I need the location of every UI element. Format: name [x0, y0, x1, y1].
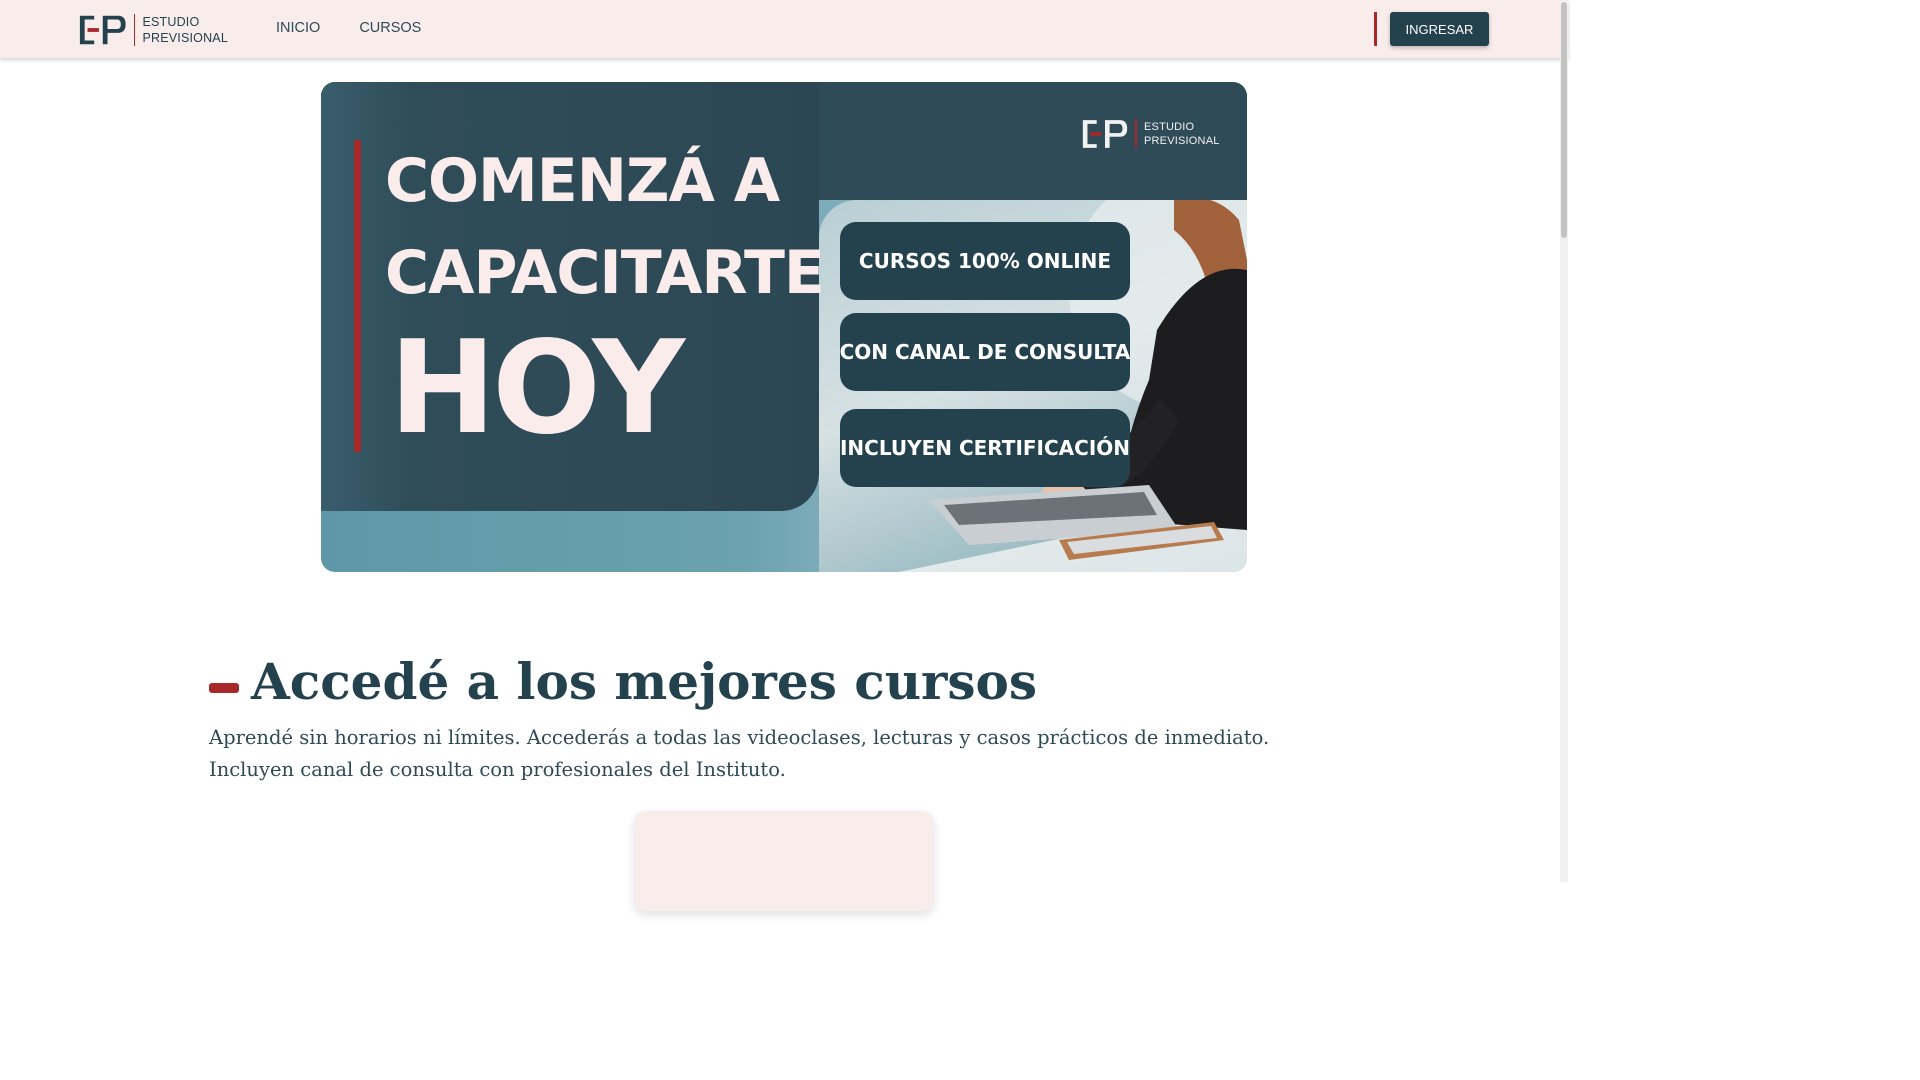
hero-accent-bar	[354, 140, 361, 452]
login-button[interactable]: INGRESAR	[1390, 12, 1489, 46]
hero-heading-line-1: COMENZÁ A	[385, 146, 780, 216]
scrollbar-thumb[interactable]	[1561, 2, 1567, 238]
ep-logo-icon	[1082, 120, 1128, 148]
ep-logo-icon	[79, 15, 126, 45]
logo-line-1: ESTUDIO	[142, 15, 200, 29]
nav-inicio[interactable]: INICIO	[276, 20, 320, 36]
banner-logo-line-1: ESTUDIO	[1144, 121, 1195, 133]
site-logo[interactable]: ESTUDIO PREVISIONAL	[78, 12, 228, 48]
section-title-dash	[209, 683, 239, 693]
feature-pill-consulta: CON CANAL DE CONSULTA	[840, 313, 1130, 391]
banner-logo-line-2: PREVISIONAL	[1144, 135, 1220, 147]
course-card[interactable]	[634, 811, 934, 911]
top-navbar: ESTUDIO PREVISIONAL INICIO CURSOS INGRES…	[0, 0, 1568, 58]
banner-logo-divider	[1135, 119, 1137, 149]
banner-logo-text: ESTUDIO PREVISIONAL	[1144, 120, 1220, 148]
page-scrollbar[interactable]	[1560, 0, 1568, 882]
section-title: Accedé a los mejores cursos	[251, 652, 1038, 711]
hero-banner[interactable]: COMENZÁ A CAPACITARTE HOY ESTUDIO PREVIS…	[321, 82, 1247, 572]
feature-pill-certificacion: INCLUYEN CERTIFICACIÓN	[840, 409, 1130, 487]
header-accent-bar	[1374, 12, 1377, 46]
section-description: Aprendé sin horarios ni límites. Acceder…	[209, 722, 1329, 786]
hero-heading-line-3: HOY	[389, 314, 685, 463]
section-description-line-1: Aprendé sin horarios ni límites. Acceder…	[209, 726, 1270, 749]
main-nav: INICIO CURSOS	[276, 20, 421, 36]
feature-pill-online: CURSOS 100% ONLINE	[840, 222, 1130, 300]
banner-logo: ESTUDIO PREVISIONAL	[1081, 118, 1220, 150]
nav-cursos[interactable]: CURSOS	[359, 20, 421, 36]
logo-line-2: PREVISIONAL	[142, 31, 228, 45]
hero-heading-line-2: CAPACITARTE	[385, 238, 825, 308]
logo-text: ESTUDIO PREVISIONAL	[142, 14, 228, 46]
hero-text-panel: COMENZÁ A CAPACITARTE HOY	[321, 82, 825, 511]
section-description-line-2: Incluyen canal de consulta con profesion…	[209, 758, 786, 781]
logo-divider	[133, 14, 136, 46]
